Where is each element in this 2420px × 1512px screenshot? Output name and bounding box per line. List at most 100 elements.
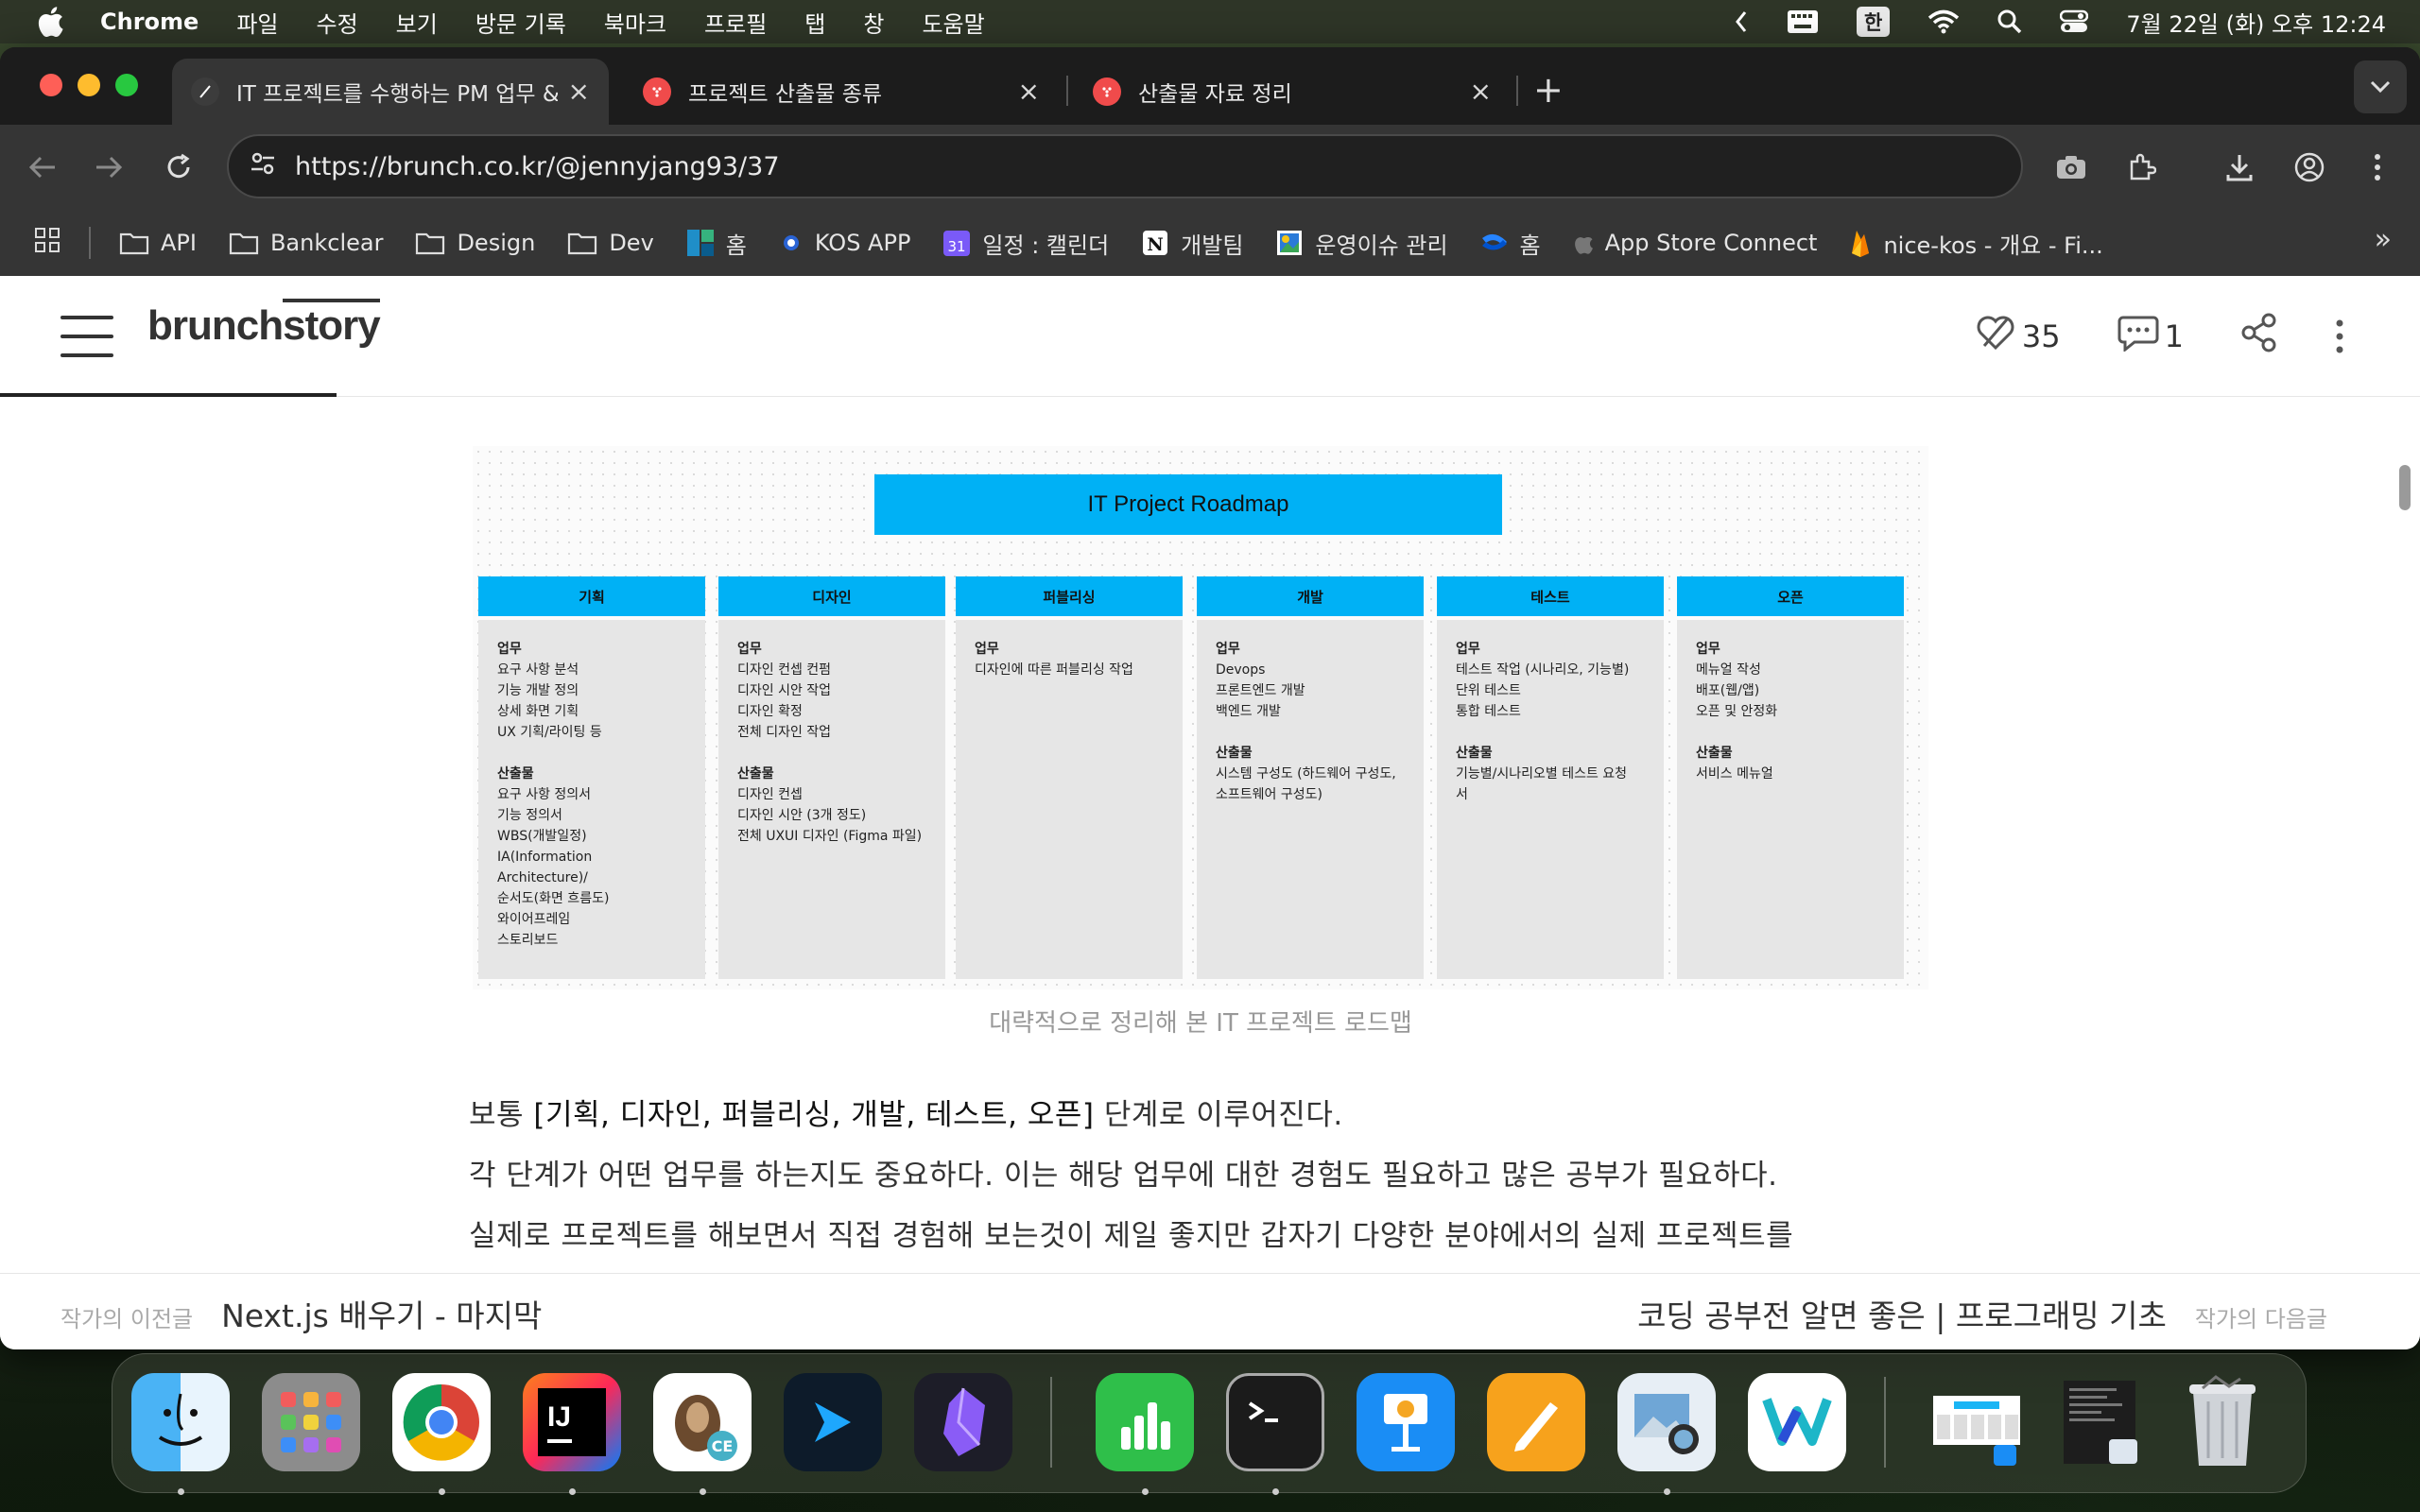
back-button[interactable] [21, 146, 64, 189]
tab-deliverable-types[interactable]: 프로젝트 산출물 종류 × [624, 59, 1059, 125]
bookmark-dev[interactable]: Dev [567, 230, 654, 256]
recent-document-thumbnail-icon[interactable] [2050, 1373, 2149, 1471]
tab-pm-article[interactable]: IT 프로젝트를 수행하는 PM 업무 & × [172, 59, 609, 125]
previous-post-link[interactable]: 작가의 이전글 Next.js 배우기 - 마지막 [60, 1291, 542, 1336]
chrome-icon[interactable] [392, 1373, 491, 1471]
reload-button[interactable] [157, 146, 200, 189]
screenshot-camera-icon[interactable] [2049, 146, 2093, 189]
extensions-icon[interactable] [2119, 146, 2163, 189]
reading-progress-bar [0, 393, 337, 397]
dbeaver-icon[interactable]: CE [653, 1373, 752, 1471]
page-scrollbar[interactable] [2399, 465, 2411, 510]
article-paragraph: 보통 [기획, 디자인, 퍼블리싱, 개발, 테스트, 오픈] 단계로 이루어진… [469, 1085, 1981, 1145]
url-text[interactable]: https://brunch.co.kr/@jennyjang93/37 [295, 152, 780, 181]
like-button[interactable]: 35 [1975, 314, 2061, 359]
tab-search-button[interactable] [2354, 60, 2407, 113]
zoom-window-button[interactable] [115, 74, 138, 96]
menu-history[interactable]: 방문 기록 [475, 6, 566, 39]
bookmark-label: Bankclear [269, 230, 384, 256]
finder-icon[interactable] [131, 1373, 230, 1471]
apple-menu-icon[interactable] [36, 6, 68, 38]
menu-window[interactable]: 창 [863, 6, 884, 39]
close-window-button[interactable] [40, 74, 62, 96]
recent-window-thumbnail-icon[interactable] [1927, 1373, 2026, 1471]
close-tab-icon[interactable]: × [1470, 77, 1492, 106]
bookmark-app-store-connect[interactable]: App Store Connect [1573, 230, 1817, 256]
phase-output-item: 소프트웨어 구성도) [1216, 787, 1322, 802]
control-center-icon[interactable] [2060, 9, 2089, 34]
apps-grid-icon[interactable] [34, 227, 60, 259]
bookmark-firebase[interactable]: nice-kos - 개요 - Fi... [1849, 227, 2103, 260]
menu-profiles[interactable]: 프로필 [704, 6, 767, 39]
spotlight-search-icon[interactable] [1997, 9, 2022, 34]
trash-icon[interactable] [2173, 1373, 2272, 1471]
wifi-icon[interactable] [1927, 9, 1960, 34]
chevron-left-icon[interactable] [1734, 9, 1749, 34]
bookmark-label: 개발팀 [1181, 232, 1244, 259]
chrome-menu-icon[interactable] [2356, 146, 2399, 189]
share-icon [2240, 313, 2278, 360]
more-bookmarks-icon[interactable]: » [2375, 223, 2392, 256]
sheet-icon [1275, 229, 1304, 257]
minimize-window-button[interactable] [78, 74, 100, 96]
bookmark-api[interactable]: API [119, 230, 197, 256]
tab-deliverable-notes[interactable]: 산출물 자료 정리 × [1074, 59, 1511, 125]
bookmark-notion-devteam[interactable]: N 개발팀 [1141, 227, 1243, 260]
site-settings-icon[interactable] [250, 151, 276, 182]
downloads-icon[interactable] [2218, 146, 2261, 189]
menu-view[interactable]: 보기 [396, 6, 438, 39]
close-tab-icon[interactable]: × [1018, 77, 1040, 106]
menu-tab[interactable]: 탭 [804, 6, 825, 39]
menu-file[interactable]: 파일 [236, 6, 278, 39]
hamburger-menu-icon[interactable] [60, 316, 113, 357]
phase-work-title: 업무 [737, 642, 762, 657]
pages-icon[interactable] [1487, 1373, 1585, 1471]
new-tab-button[interactable]: + [1533, 66, 1564, 113]
roadmap-phase: 테스트 업무 테스트 작업 (시나리오, 기능별) 단위 테스트 통합 테스트 산출물 기능… [1437, 576, 1664, 979]
terminal-icon[interactable] [1226, 1373, 1324, 1471]
input-method-indicator[interactable]: 한 [1857, 7, 1891, 37]
comment-button[interactable]: 1 [2118, 314, 2184, 359]
launchpad-icon[interactable] [262, 1373, 360, 1471]
profile-avatar-icon[interactable] [2288, 146, 2331, 189]
menu-app-name[interactable]: Chrome [100, 9, 199, 35]
share-button[interactable] [2240, 313, 2278, 360]
menu-bookmarks[interactable]: 북마크 [604, 6, 666, 39]
intellij-icon[interactable]: IJ [523, 1373, 621, 1471]
bookmark-label: 홈 [1519, 232, 1541, 259]
preview-icon[interactable] [1617, 1373, 1716, 1471]
confluence-icon [1480, 229, 1509, 257]
bookmark-bankclear[interactable]: Bankclear [229, 230, 383, 256]
bookmark-confluence-home[interactable]: 홈 [1480, 227, 1541, 260]
naver-whale-icon[interactable] [1748, 1373, 1846, 1471]
numbers-icon[interactable] [1096, 1373, 1194, 1471]
forward-button[interactable] [87, 146, 130, 189]
address-bar[interactable]: https://brunch.co.kr/@jennyjang93/37 [227, 134, 2023, 198]
phase-work-title: 업무 [1456, 642, 1480, 657]
bookmark-design[interactable]: Design [415, 230, 535, 256]
clock[interactable]: 7월 22일 (화) 오후 12:24 [2126, 6, 2386, 39]
bookmark-kos-app[interactable]: KOS APP [779, 230, 910, 256]
running-indicator [700, 1488, 706, 1495]
bookmark-calendar[interactable]: 31 일정 : 캘린더 [942, 227, 1109, 260]
keynote-icon[interactable] [1357, 1373, 1455, 1471]
brunch-logo[interactable]: brunchstory [147, 299, 381, 350]
bookmark-jira-home[interactable]: 홈 [686, 227, 747, 260]
close-tab-icon[interactable]: × [568, 77, 590, 106]
bookmark-label: Design [457, 230, 536, 256]
obsidian-icon[interactable] [914, 1373, 1012, 1471]
phase-work-item: 오픈 및 안정화 [1696, 704, 1778, 719]
menu-help[interactable]: 도움말 [922, 6, 984, 39]
phase-output-title: 산출물 [1696, 746, 1733, 761]
like-icon [1975, 314, 2016, 359]
next-post-link[interactable]: 코딩 공부전 알면 좋은 | 프로그래밍 기초 작가의 다음글 [1637, 1291, 2327, 1336]
xcode-cloud-icon[interactable] [784, 1373, 882, 1471]
keyboard-icon[interactable] [1787, 9, 1819, 34]
more-options-icon[interactable] [2335, 318, 2344, 355]
bookmark-ops-issues[interactable]: 운영이슈 관리 [1275, 227, 1448, 260]
menu-edit[interactable]: 수정 [316, 6, 357, 39]
article-body: 보통 [기획, 디자인, 퍼블리싱, 개발, 테스트, 오픈] 단계로 이루어진… [469, 1085, 1981, 1266]
tab-separator [1516, 76, 1518, 106]
text-span: 보통 [469, 1098, 534, 1132]
phase-spacer [737, 743, 926, 764]
